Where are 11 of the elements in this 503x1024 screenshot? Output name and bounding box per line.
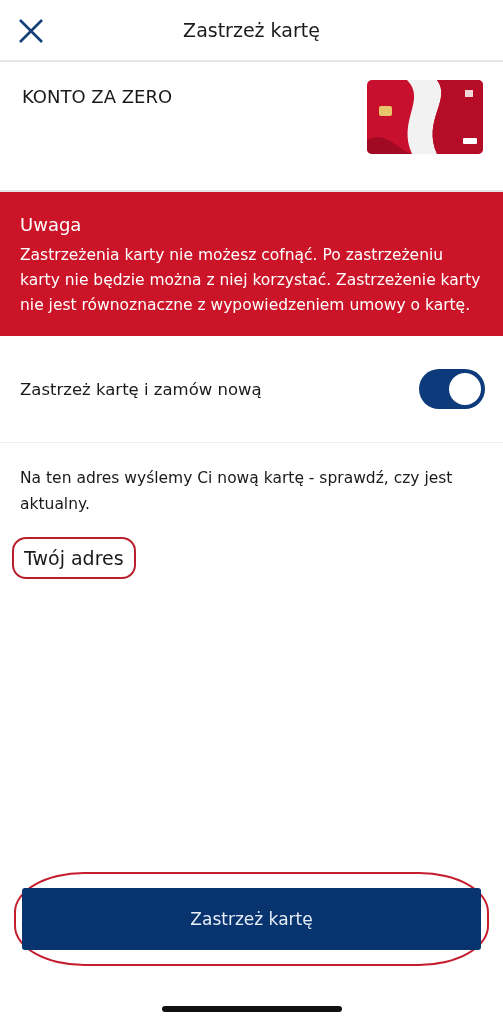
toggle-label: Zastrzeż kartę i zamów nową xyxy=(20,379,262,399)
warning-title: Uwaga xyxy=(20,214,83,235)
close-button[interactable] xyxy=(18,18,44,44)
account-name: KONTO ZA ZERO xyxy=(22,86,173,107)
info-text: Na ten adres wyślemy Ci nową kartę - sprawdź, czy jest aktualny. xyxy=(20,468,454,515)
screen-title: Zastrzeż kartę xyxy=(183,19,320,41)
toggle-switch[interactable] xyxy=(419,369,485,409)
block-card-button[interactable]: Zastrzeż kartę xyxy=(22,888,481,950)
close-icon xyxy=(18,18,44,44)
warning-text: Zastrzeżenia karty nie możesz cofnąć. Po zastrzeżeniu karty nie będzie można z niej korzystać. Zastrzeżenie karty nie jest równoznaczne z wypowiedzeniem umowy o kartę. xyxy=(20,245,482,316)
address-heading: Twój adres xyxy=(12,537,136,579)
